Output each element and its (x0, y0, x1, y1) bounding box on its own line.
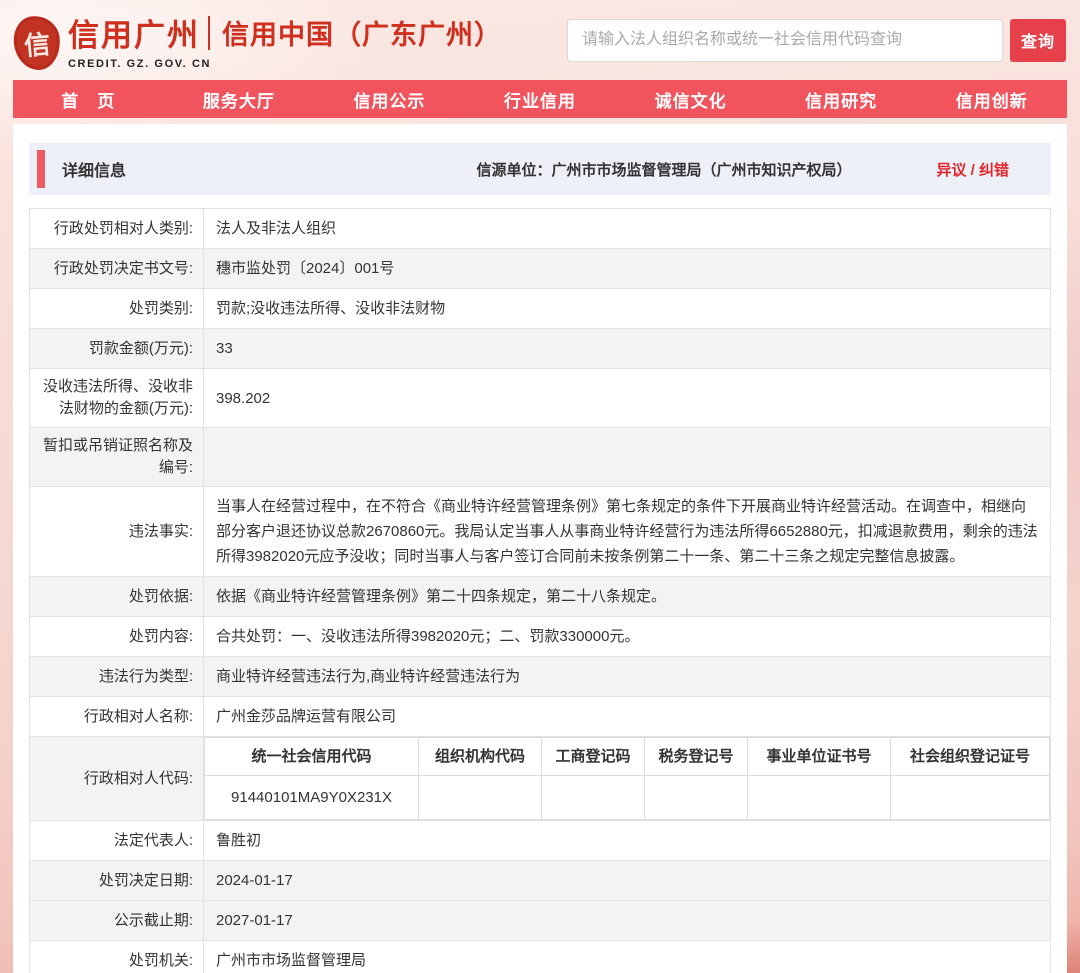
row-value: 合共处罚：一、没收违法所得3982020元；二、罚款330000元。 (204, 617, 1050, 656)
table-row: 处罚机关:广州市市场监督管理局 (30, 941, 1050, 973)
page-title: 详细信息 (62, 157, 126, 181)
entity-codes-table: 统一社会信用代码组织机构代码工商登记码税务登记号事业单位证书号社会组织登记证号 9… (204, 737, 1050, 820)
row-value (204, 428, 1050, 486)
codes-value (542, 776, 645, 820)
search-input[interactable] (567, 19, 1003, 62)
table-row: 没收违法所得、没收非法财物的金额(万元):398.202 (30, 369, 1050, 428)
codes-header: 组织机构代码 (419, 738, 542, 776)
codes-value (419, 776, 542, 820)
site-logo: 信 信用广州 信用中国（广东广州） CREDIT. GZ. GOV. CN (14, 10, 502, 70)
site-name: 信用广州 (68, 10, 200, 55)
row-label: 行政处罚相对人类别: (30, 209, 204, 248)
logo-text: 信用广州 信用中国（广东广州） CREDIT. GZ. GOV. CN (68, 10, 502, 70)
row-label: 行政处罚决定书文号: (30, 249, 204, 288)
main-nav: 首 页服务大厅信用公示行业信用诚信文化信用研究信用创新 (13, 80, 1067, 118)
nav-item-0[interactable]: 首 页 (13, 80, 164, 118)
nav-item-2[interactable]: 信用公示 (314, 80, 465, 118)
row-value: 统一社会信用代码组织机构代码工商登记码税务登记号事业单位证书号社会组织登记证号 9… (204, 737, 1050, 820)
codes-header: 事业单位证书号 (748, 738, 891, 776)
search-button[interactable]: 查询 (1010, 19, 1066, 62)
row-label: 违法行为类型: (30, 657, 204, 696)
row-label: 违法事实: (30, 487, 204, 576)
row-label: 处罚决定日期: (30, 861, 204, 900)
table-row: 公示截止期:2027-01-17 (30, 901, 1050, 941)
site-domain: CREDIT. GZ. GOV. CN (68, 58, 502, 70)
row-label: 处罚机关: (30, 941, 204, 973)
detail-table: 行政处罚相对人类别:法人及非法人组织行政处罚决定书文号:穗市监处罚〔2024〕0… (29, 208, 1051, 973)
table-row: 处罚依据:依据《商业特许经营管理条例》第二十四条规定，第二十八条规定。 (30, 577, 1050, 617)
row-label: 罚款金额(万元): (30, 329, 204, 368)
nav-item-3[interactable]: 行业信用 (465, 80, 616, 118)
row-label: 处罚依据: (30, 577, 204, 616)
row-value: 398.202 (204, 369, 1050, 427)
site-subtitle: 信用中国（广东广州） (222, 13, 502, 52)
row-value: 33 (204, 329, 1050, 368)
codes-value (891, 776, 1050, 820)
detail-header: 详细信息 信源单位：广州市市场监督管理局（广州市知识产权局） 异议 / 纠错 (29, 143, 1051, 195)
codes-header: 工商登记码 (542, 738, 645, 776)
row-value: 依据《商业特许经营管理条例》第二十四条规定，第二十八条规定。 (204, 577, 1050, 616)
nav-item-5[interactable]: 信用研究 (766, 80, 917, 118)
table-row: 违法行为类型:商业特许经营违法行为,商业特许经营违法行为 (30, 657, 1050, 697)
table-row: 处罚内容:合共处罚：一、没收违法所得3982020元；二、罚款330000元。 (30, 617, 1050, 657)
row-value: 广州市市场监督管理局 (204, 941, 1050, 973)
table-row: 法定代表人:鲁胜初 (30, 821, 1050, 861)
source-unit: 信源单位：广州市市场监督管理局（广州市知识产权局） (476, 159, 851, 180)
row-label: 处罚类别: (30, 289, 204, 328)
row-value: 商业特许经营违法行为,商业特许经营违法行为 (204, 657, 1050, 696)
row-value: 2027-01-17 (204, 901, 1050, 940)
codes-value (748, 776, 891, 820)
accent-bar (37, 150, 45, 188)
row-label: 行政相对人名称: (30, 697, 204, 736)
table-row: 处罚类别:罚款;没收违法所得、没收非法财物 (30, 289, 1050, 329)
codes-value (645, 776, 748, 820)
row-value: 穗市监处罚〔2024〕001号 (204, 249, 1050, 288)
detail-card: 详细信息 信源单位：广州市市场监督管理局（广州市知识产权局） 异议 / 纠错 行… (13, 124, 1067, 973)
codes-header: 税务登记号 (645, 738, 748, 776)
codes-value: 91440101MA9Y0X231X (205, 776, 419, 820)
logo-divider (208, 16, 210, 50)
row-value: 法人及非法人组织 (204, 209, 1050, 248)
row-value: 鲁胜初 (204, 821, 1050, 860)
table-row: 行政处罚决定书文号:穗市监处罚〔2024〕001号 (30, 249, 1050, 289)
table-row: 行政相对人代码:统一社会信用代码组织机构代码工商登记码税务登记号事业单位证书号社… (30, 737, 1050, 821)
table-row: 罚款金额(万元):33 (30, 329, 1050, 369)
nav-item-1[interactable]: 服务大厅 (164, 80, 315, 118)
codes-header: 社会组织登记证号 (891, 738, 1050, 776)
search-area: 查询 (567, 19, 1066, 62)
table-row: 处罚决定日期:2024-01-17 (30, 861, 1050, 901)
row-label: 公示截止期: (30, 901, 204, 940)
row-value: 2024-01-17 (204, 861, 1050, 900)
row-value: 当事人在经营过程中，在不符合《商业特许经营管理条例》第七条规定的条件下开展商业特… (204, 487, 1050, 576)
row-label: 没收违法所得、没收非法财物的金额(万元): (30, 369, 204, 427)
row-value: 罚款;没收违法所得、没收非法财物 (204, 289, 1050, 328)
dispute-correction-link[interactable]: 异议 / 纠错 (936, 159, 1009, 180)
row-label: 处罚内容: (30, 617, 204, 656)
row-label: 法定代表人: (30, 821, 204, 860)
row-label: 行政相对人代码: (30, 737, 204, 820)
table-row: 违法事实:当事人在经营过程中，在不符合《商业特许经营管理条例》第七条规定的条件下… (30, 487, 1050, 577)
codes-header: 统一社会信用代码 (205, 738, 419, 776)
table-row: 暂扣或吊销证照名称及编号: (30, 428, 1050, 487)
seal-logo-icon: 信 (12, 14, 63, 72)
row-label: 暂扣或吊销证照名称及编号: (30, 428, 204, 486)
table-row: 行政相对人名称:广州金莎品牌运营有限公司 (30, 697, 1050, 737)
table-row: 行政处罚相对人类别:法人及非法人组织 (30, 209, 1050, 249)
nav-item-6[interactable]: 信用创新 (916, 80, 1067, 118)
site-header: 信 信用广州 信用中国（广东广州） CREDIT. GZ. GOV. CN 查询 (0, 0, 1080, 80)
nav-item-4[interactable]: 诚信文化 (615, 80, 766, 118)
row-value: 广州金莎品牌运营有限公司 (204, 697, 1050, 736)
